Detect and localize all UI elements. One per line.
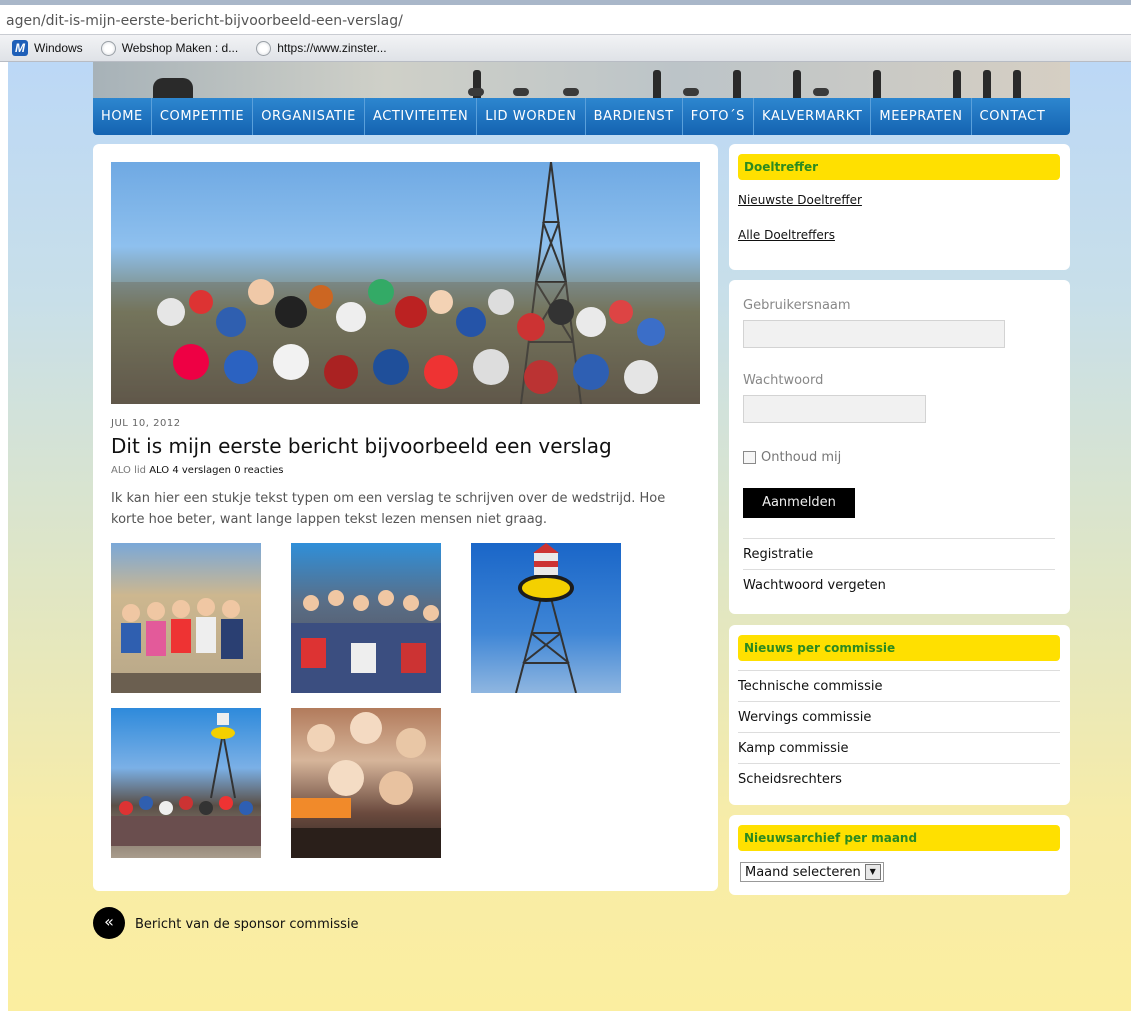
widget-news-archive: Nieuwsarchief per maand Maand selecteren… — [729, 815, 1070, 895]
favorites-bar: M Windows Webshop Maken : d... https://w… — [0, 34, 1131, 62]
remember-label: Onthoud mij — [761, 450, 842, 465]
banner-figure — [813, 88, 829, 96]
nav-fotos[interactable]: FOTO´S — [683, 98, 755, 135]
divider — [738, 732, 1060, 733]
banner-figure — [683, 88, 699, 96]
kids-closeup-photo — [291, 712, 441, 858]
favorite-webshop[interactable]: Webshop Maken : d... — [100, 40, 239, 56]
link-wachtwoord-vergeten[interactable]: Wachtwoord vergeten — [743, 578, 886, 593]
widget-doeltreffer: Doeltreffer Nieuwste Doeltreffer Alle Do… — [729, 144, 1070, 270]
banner-figure — [733, 70, 741, 98]
favorite-zinster[interactable]: https://www.zinster... — [256, 40, 387, 56]
banner-figure — [153, 78, 193, 98]
widget-title: Nieuwsarchief per maand — [738, 825, 1060, 851]
posts-count-link[interactable]: 4 verslagen — [172, 465, 231, 476]
post-title[interactable]: Dit is mijn eerste bericht bijvoorbeeld … — [111, 434, 612, 458]
nav-lid-worden[interactable]: LID WORDEN — [477, 98, 586, 135]
banner-figure — [563, 88, 579, 96]
widget-login: Gebruikersnaam Wachtwoord Onthoud mij Aa… — [729, 280, 1070, 614]
post-excerpt: Ik kan hier een stukje tekst typen om ee… — [111, 491, 666, 527]
url-text: agen/dit-is-mijn-eerste-bericht-bijvoorb… — [6, 13, 403, 29]
month-select-value: Maand selecteren — [745, 864, 861, 880]
link-registratie[interactable]: Registratie — [743, 547, 813, 562]
main-nav: HOME COMPETITIE ORGANISATIE ACTIVITEITEN… — [93, 98, 1070, 135]
link-scheidsrechters[interactable]: Scheidsrechters — [738, 772, 842, 787]
banner-figure — [653, 70, 661, 98]
favorite-label: Windows — [34, 41, 83, 55]
lighthouse-photo — [515, 543, 577, 693]
banner-figure — [513, 88, 529, 96]
banner-figure — [468, 88, 484, 96]
widget-news-per-committee: Nieuws per commissie Technische commissi… — [729, 625, 1070, 805]
divider — [738, 763, 1060, 764]
link-wervings-commissie[interactable]: Wervings commissie — [738, 710, 871, 725]
link-alle-doeltreffers[interactable]: Alle Doeltreffers — [738, 228, 835, 242]
banner-figure — [873, 70, 881, 98]
gallery-thumb-3[interactable] — [471, 543, 621, 693]
favorite-windows[interactable]: M Windows — [12, 40, 83, 56]
nav-home[interactable]: HOME — [93, 98, 152, 135]
post-date: JUL 10, 2012 — [111, 418, 181, 429]
username-input[interactable] — [743, 320, 1005, 348]
divider — [743, 569, 1055, 570]
divider — [743, 538, 1055, 539]
nav-organisatie[interactable]: ORGANISATIE — [253, 98, 365, 135]
nav-competitie[interactable]: COMPETITIE — [152, 98, 254, 135]
gallery-thumb-4[interactable] — [111, 708, 261, 858]
nav-kalvermarkt[interactable]: KALVERMARKT — [754, 98, 872, 135]
globe-icon — [256, 40, 272, 56]
group-photo — [111, 162, 700, 404]
password-input[interactable] — [743, 395, 926, 423]
favorite-label: https://www.zinster... — [277, 41, 387, 55]
banner-figure — [983, 70, 991, 98]
header-banner-image — [93, 62, 1070, 98]
previous-post-icon[interactable]: « — [93, 907, 125, 939]
banner-figure — [953, 70, 961, 98]
chevron-down-icon[interactable]: ▼ — [864, 864, 881, 880]
gallery-thumb-5[interactable] — [291, 708, 441, 858]
windows-live-icon: M — [12, 40, 28, 56]
remember-me[interactable]: Onthoud mij — [743, 450, 841, 465]
gallery-thumb-1[interactable] — [111, 543, 261, 693]
widget-title: Doeltreffer — [738, 154, 1060, 180]
login-button[interactable]: Aanmelden — [743, 488, 855, 518]
banner-figure — [1013, 70, 1021, 98]
banner-figure — [793, 70, 801, 98]
post-content: JUL 10, 2012 Dit is mijn eerste bericht … — [93, 144, 718, 891]
nav-contact[interactable]: CONTACT — [972, 98, 1054, 135]
month-select[interactable]: Maand selecteren ▼ — [740, 862, 884, 882]
divider — [738, 670, 1060, 671]
nav-bardienst[interactable]: BARDIENST — [586, 98, 683, 135]
link-technische-commissie[interactable]: Technische commissie — [738, 679, 882, 694]
remember-checkbox[interactable] — [743, 451, 756, 464]
nav-meepraten[interactable]: MEEPRATEN — [871, 98, 972, 135]
username-label: Gebruikersnaam — [743, 298, 851, 313]
nav-activiteiten[interactable]: ACTIVITEITEN — [365, 98, 478, 135]
post-featured-image[interactable] — [111, 162, 700, 404]
globe-icon — [100, 40, 116, 56]
address-bar[interactable]: agen/dit-is-mijn-eerste-bericht-bijvoorb… — [0, 0, 1131, 34]
post-meta: ALO lid ALO 4 verslagen 0 reacties — [111, 465, 283, 476]
author-link[interactable]: ALO — [149, 465, 169, 476]
gallery-thumb-2[interactable] — [291, 543, 441, 693]
group-with-lighthouse-photo — [111, 713, 261, 846]
link-kamp-commissie[interactable]: Kamp commissie — [738, 741, 849, 756]
previous-post-link[interactable]: Bericht van de sponsor commissie — [135, 917, 359, 932]
author-prefix: ALO lid — [111, 465, 147, 476]
kids-on-dune-photo — [111, 598, 261, 693]
divider — [738, 701, 1060, 702]
page-background: HOME COMPETITIE ORGANISATIE ACTIVITEITEN… — [8, 62, 1131, 1011]
favorite-label: Webshop Maken : d... — [121, 41, 239, 55]
kids-sitting-photo — [291, 590, 441, 693]
password-label: Wachtwoord — [743, 373, 824, 388]
comments-link[interactable]: 0 reacties — [234, 465, 283, 476]
widget-title: Nieuws per commissie — [738, 635, 1060, 661]
link-nieuwste-doeltreffer[interactable]: Nieuwste Doeltreffer — [738, 193, 862, 207]
